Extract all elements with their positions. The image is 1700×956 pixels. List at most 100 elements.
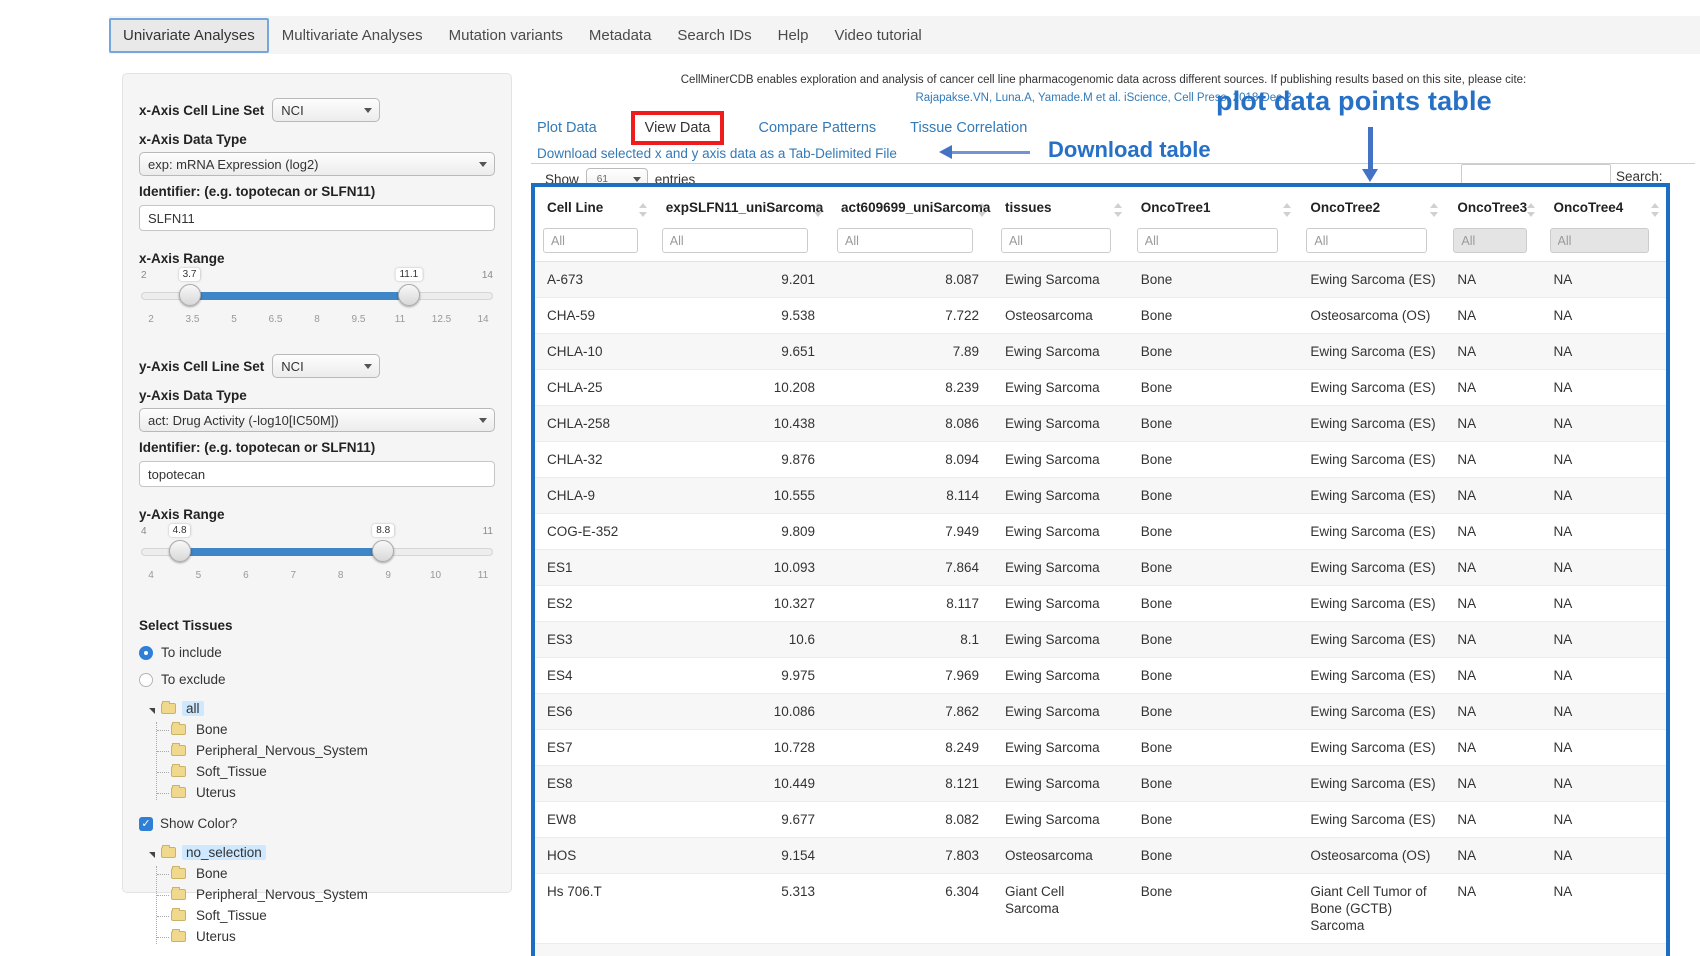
table-row[interactable]: CHA-59 9.538 7.722 Osteosarcoma Bone Ost… [535,298,1666,334]
filter-act[interactable] [837,228,973,253]
tree-expand-icon[interactable] [149,708,155,714]
table-row[interactable]: ES1 10.093 7.864 Ewing Sarcoma Bone Ewin… [535,550,1666,586]
table-row[interactable]: CHLA-258 10.438 8.086 Ewing Sarcoma Bone… [535,406,1666,442]
table-row[interactable]: ES3 10.6 8.1 Ewing Sarcoma Bone Ewing Sa… [535,622,1666,658]
act-value-cell: 8.087 [829,262,993,298]
cell-line-cell: A-673 [535,262,654,298]
nav-metadata[interactable]: Metadata [576,19,665,52]
tree-node[interactable]: Soft_Tissue [157,764,495,779]
sort-icon[interactable] [1650,203,1660,217]
table-row[interactable]: A-673 9.201 8.087 Ewing Sarcoma Bone Ewi… [535,262,1666,298]
nav-video-tutorial[interactable]: Video tutorial [821,19,934,52]
tissues-exclude-radio[interactable]: To exclude [139,672,495,687]
table-row[interactable]: CHLA-9 10.555 8.114 Ewing Sarcoma Bone E… [535,478,1666,514]
tree-expand-icon[interactable] [149,852,155,858]
nav-help[interactable]: Help [765,19,822,52]
cell-line-cell: CHLA-25 [535,370,654,406]
filter-tissues[interactable] [1001,228,1111,253]
tab-view-data[interactable]: View Data [631,111,725,145]
table-row[interactable]: ES2 10.327 8.117 Ewing Sarcoma Bone Ewin… [535,586,1666,622]
y-range-high-handle[interactable] [372,540,394,562]
citation-text: CellMinerCDB enables exploration and ana… [531,74,1676,86]
sort-icon[interactable] [1113,203,1123,217]
table-row[interactable]: ES8 10.449 8.121 Ewing Sarcoma Bone Ewin… [535,766,1666,802]
oncotree2-cell: Osteosarcoma (OS) [1298,298,1445,334]
tree-node[interactable]: Uterus [157,785,495,800]
x-identifier-input[interactable] [139,205,495,231]
table-row[interactable]: CHLA-25 10.208 8.239 Ewing Sarcoma Bone … [535,370,1666,406]
oncotree1-cell: Bone [1129,694,1299,730]
table-row[interactable]: COG-E-352 9.809 7.949 Ewing Sarcoma Bone… [535,514,1666,550]
y-cell-line-set-select[interactable]: NCI [272,354,380,378]
table-row[interactable]: CHLA-10 9.651 7.89 Ewing Sarcoma Bone Ew… [535,334,1666,370]
tree-node[interactable]: Peripheral_Nervous_System [157,887,495,902]
table-row[interactable]: Hs 706.T 5.313 6.304 Giant Cell Sarcoma … [535,874,1666,944]
col-header-oncotree4[interactable]: OncoTree4 [1542,187,1666,224]
nav-multivariate-analyses[interactable]: Multivariate Analyses [269,19,436,52]
tree-node-all[interactable]: all [182,701,204,716]
y-range-slider[interactable]: 4 11 4.8 8.8 4567891011 [139,526,495,588]
filter-oncotree1[interactable] [1137,228,1278,253]
page: Univariate Analyses Multivariate Analyse… [0,0,1700,956]
oncotree1-cell: Bone [1129,370,1299,406]
tree-node-no-selection[interactable]: no_selection [182,845,266,860]
x-range-high-handle[interactable] [398,284,420,306]
sort-icon[interactable] [977,203,987,217]
tissues-cell: Ewing Sarcoma [993,622,1129,658]
col-header-cell-line[interactable]: Cell Line [535,187,654,224]
y-cell-line-set-value: NCI [281,359,303,374]
table-row[interactable]: ES7 10.728 8.249 Ewing Sarcoma Bone Ewin… [535,730,1666,766]
x-range-low-handle[interactable] [179,284,201,306]
x-data-type-select[interactable]: exp: mRNA Expression (log2) [139,152,495,176]
tissues-cell: Ewing Sarcoma [993,766,1129,802]
tab-tissue-correlation[interactable]: Tissue Correlation [910,120,1027,136]
sort-icon[interactable] [1282,203,1292,217]
col-header-oncotree2[interactable]: OncoTree2 [1298,187,1445,224]
view-tabs: Plot Data View Data Compare Patterns Tis… [537,120,1061,136]
col-header-act[interactable]: act609699_uniSarcoma [829,187,993,224]
tree-node[interactable]: Bone [157,866,495,881]
x-cell-line-set-select[interactable]: NCI [272,98,380,122]
tree-node[interactable]: Peripheral_Nervous_System [157,743,495,758]
nav-univariate-analyses[interactable]: Univariate Analyses [109,18,269,53]
y-range-low-handle[interactable] [169,540,191,562]
filter-cell-line[interactable] [543,228,638,253]
tree-node[interactable]: Bone [157,722,495,737]
filter-oncotree2[interactable] [1306,228,1427,253]
citation-link[interactable]: Rajapakse.VN, Luna.A, Yamade.M et al. iS… [531,92,1676,104]
col-header-oncotree1[interactable]: OncoTree1 [1129,187,1299,224]
nav-mutation-variants[interactable]: Mutation variants [436,19,576,52]
tree-node[interactable]: Uterus [157,929,495,944]
table-row[interactable]: EW8 9.677 8.082 Ewing Sarcoma Bone Ewing… [535,802,1666,838]
sort-icon[interactable] [1526,203,1536,217]
sort-icon[interactable] [813,203,823,217]
filter-exp[interactable] [662,228,809,253]
oncotree3-cell: NA [1445,370,1541,406]
oncotree3-cell: NA [1445,298,1541,334]
oncotree4-cell: NA [1542,406,1666,442]
table-row[interactable]: Hu09 8.733 7.97 Osteosarcoma Bone Osteos… [535,944,1666,956]
table-row[interactable]: ES6 10.086 7.862 Ewing Sarcoma Bone Ewin… [535,694,1666,730]
sort-icon[interactable] [638,203,648,217]
sort-icon[interactable] [1429,203,1439,217]
col-header-exp[interactable]: expSLFN11_uniSarcoma [654,187,829,224]
tab-compare-patterns[interactable]: Compare Patterns [758,120,876,136]
exp-value-cell: 5.313 [654,874,829,944]
y-data-type-select[interactable]: act: Drug Activity (-log10[IC50M]) [139,408,495,432]
nav-search-ids[interactable]: Search IDs [664,19,764,52]
table-row[interactable]: ES4 9.975 7.969 Ewing Sarcoma Bone Ewing… [535,658,1666,694]
table-row[interactable]: HOS 9.154 7.803 Osteosarcoma Bone Osteos… [535,838,1666,874]
x-range-high-value: 11.1 [395,268,422,281]
y-identifier-input[interactable] [139,461,495,487]
tab-plot-data[interactable]: Plot Data [537,120,597,136]
download-tab-delimited-link[interactable]: Download selected x and y axis data as a… [537,146,897,161]
table-header-row: Cell Line expSLFN11_uniSarcoma act609699… [535,187,1666,224]
tree-node[interactable]: Soft_Tissue [157,908,495,923]
col-header-tissues[interactable]: tissues [993,187,1129,224]
table-row[interactable]: CHLA-32 9.876 8.094 Ewing Sarcoma Bone E… [535,442,1666,478]
oncotree2-cell: Osteosarcoma (OS) [1298,944,1445,956]
tissues-include-radio[interactable]: To include [139,645,495,660]
x-range-slider[interactable]: 2 14 3.7 11.1 23.556.589.51112.514 [139,270,495,332]
show-color-checkbox[interactable]: ✓ Show Color? [139,816,495,831]
col-header-oncotree3[interactable]: OncoTree3 [1445,187,1541,224]
